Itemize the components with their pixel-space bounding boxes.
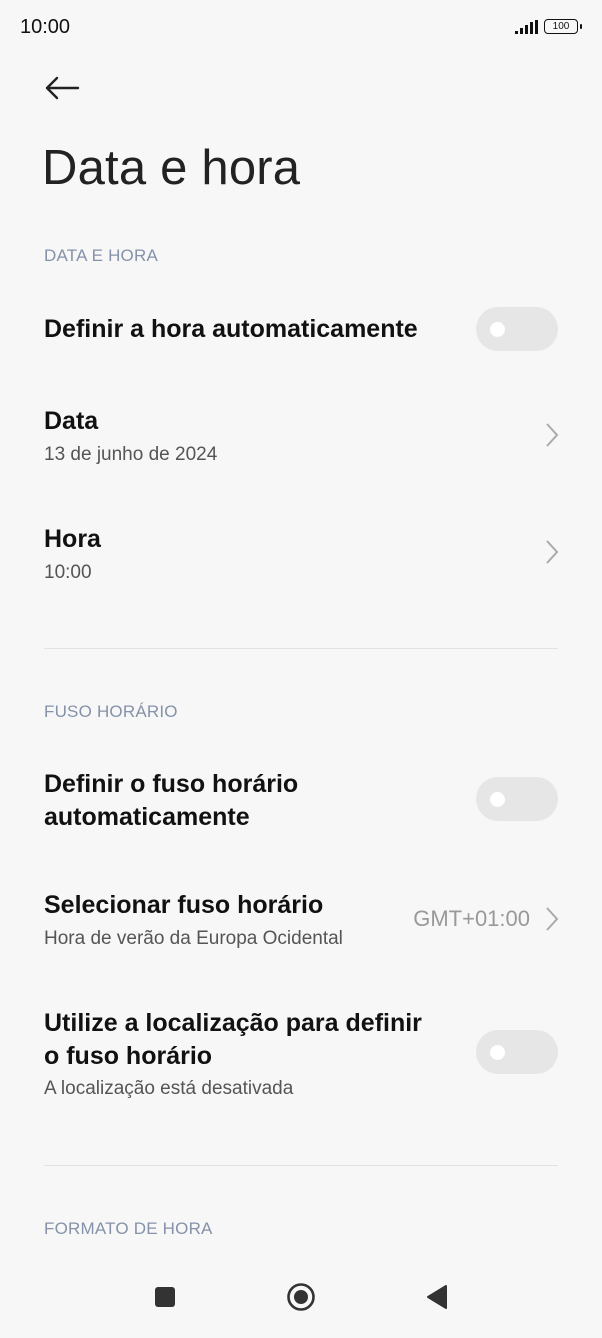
toggle-knob [490, 792, 505, 807]
divider [44, 648, 558, 649]
arrow-left-icon [45, 76, 80, 100]
status-time: 10:00 [20, 16, 71, 38]
back-button[interactable] [38, 66, 86, 110]
section-header-time-format: FORMATO DE HORA [44, 1219, 213, 1238]
battery-icon: 100 [544, 19, 582, 34]
recents-button[interactable] [140, 1272, 190, 1322]
auto-time-label: Definir a hora automaticamente [44, 315, 418, 343]
use-location-label-line2: o fuso horário [44, 1042, 213, 1070]
section-header-date-time: DATA E HORA [44, 246, 158, 265]
nav-back-button[interactable] [412, 1272, 462, 1322]
divider [44, 1165, 558, 1166]
date-label: Data [44, 407, 99, 435]
triangle-left-icon [427, 1285, 447, 1309]
time-value: 10:00 [44, 562, 92, 583]
auto-timezone-toggle[interactable] [476, 777, 558, 821]
square-icon [155, 1287, 175, 1307]
home-button[interactable] [276, 1272, 326, 1322]
chevron-right-icon [546, 540, 559, 564]
section-header-timezone: FUSO HORÁRIO [44, 702, 178, 721]
date-value: 13 de junho de 2024 [44, 444, 218, 465]
time-label: Hora [44, 525, 101, 553]
chevron-right-icon [546, 907, 559, 931]
chevron-right-icon [546, 423, 559, 447]
toggle-knob [490, 322, 505, 337]
auto-time-toggle[interactable] [476, 307, 558, 351]
toggle-knob [490, 1045, 505, 1060]
navigation-bar [0, 1258, 602, 1338]
timezone-value: GMT+01:00 [413, 906, 530, 931]
use-location-label-line1: Utilize a localização para definir [44, 1009, 422, 1037]
status-icons: 100 [515, 19, 582, 34]
auto-timezone-label-line2: automaticamente [44, 803, 250, 831]
use-location-sub: A localização está desativada [44, 1078, 294, 1099]
status-bar: 10:00 100 [0, 0, 602, 56]
use-location-toggle[interactable] [476, 1030, 558, 1074]
battery-level: 100 [552, 21, 570, 32]
page-title: Data e hora [42, 141, 301, 195]
circle-icon [287, 1283, 315, 1311]
auto-timezone-label-line1: Definir o fuso horário [44, 770, 299, 798]
select-timezone-label: Selecionar fuso horário [44, 891, 324, 919]
select-timezone-sub: Hora de verão da Europa Ocidental [44, 928, 343, 949]
signal-icon [515, 19, 538, 34]
